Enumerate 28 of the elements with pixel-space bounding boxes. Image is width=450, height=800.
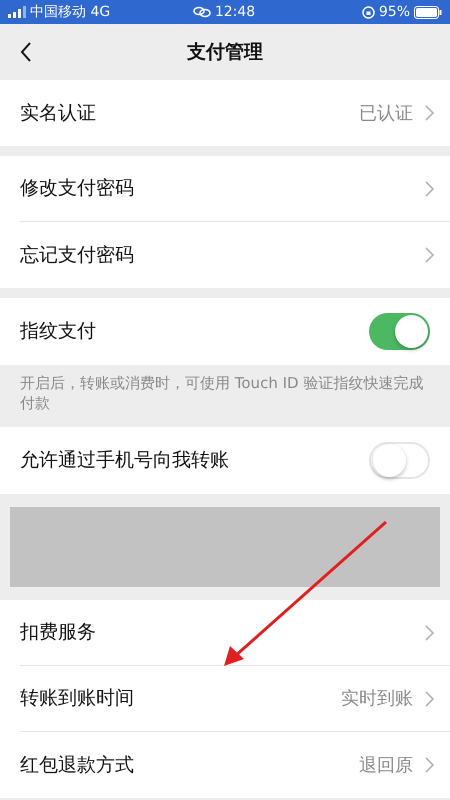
battery-text: 95% <box>378 2 410 22</box>
row-label: 指纹支付 <box>20 319 97 344</box>
link-icon <box>192 6 211 18</box>
time-text: 12:48 <box>214 2 256 22</box>
row-value: 已认证 <box>359 102 413 126</box>
chevron-icon <box>425 247 434 263</box>
hint-text: 开启后，转账或消费时，可使用 Touch ID 验证指纹快速完成付款 <box>19 373 424 414</box>
row-label[interactable]: 扣费服务 <box>20 618 425 647</box>
toggle-switch[interactable] <box>369 442 430 479</box>
row-label[interactable]: 转账到账时间 <box>20 684 341 713</box>
carrier-text: 中国移动 4G <box>30 2 110 22</box>
chevron-icon <box>425 690 434 706</box>
row-label[interactable]: 红包退款方式 <box>20 750 359 780</box>
chevron-icon <box>425 180 434 196</box>
rotation-lock-icon <box>362 6 375 18</box>
page-title: 支付管理 <box>187 40 263 65</box>
row-label: 允许通过手机号向我转账 <box>20 448 230 474</box>
chevron-icon <box>425 105 434 121</box>
toggle-switch[interactable] <box>369 313 430 350</box>
chevron-icon <box>425 757 434 773</box>
row-label[interactable]: 忘记支付密码 <box>20 240 425 270</box>
row-label[interactable]: 修改支付密码 <box>20 174 425 203</box>
row-value: 实时到账 <box>341 687 413 711</box>
battery-icon <box>414 6 442 18</box>
chevron-icon <box>425 624 434 640</box>
row-value: 退回原 <box>359 754 413 778</box>
row-label[interactable]: 实名认证 <box>20 98 359 128</box>
signal-icon <box>8 6 26 18</box>
